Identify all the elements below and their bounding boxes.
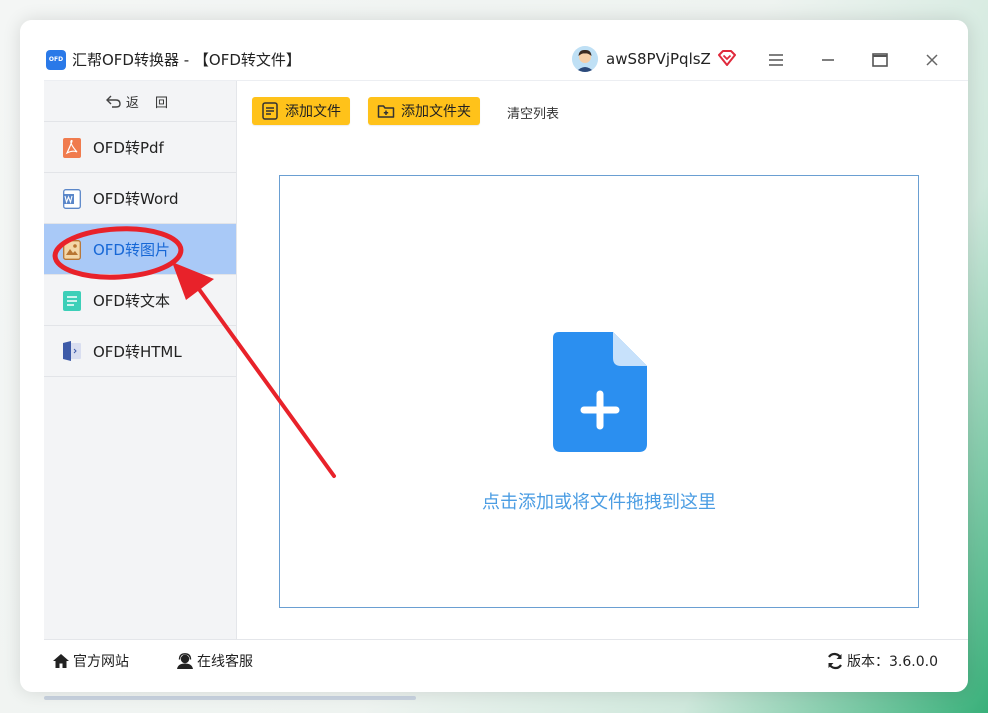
clear-list-button[interactable]: 清空列表 xyxy=(507,103,559,122)
file-drop-zone[interactable]: 点击添加或将文件拖拽到这里 xyxy=(279,175,919,608)
back-arrow-icon xyxy=(105,95,121,108)
sidebar-item-label: OFD转Pdf xyxy=(93,139,164,157)
close-icon[interactable] xyxy=(920,48,944,72)
app-window: OFD 汇帮OFD转换器 - 【OFD转文件】 awS8PVjPqlsZ 返 回… xyxy=(20,20,968,692)
online-support-label: 在线客服 xyxy=(197,654,253,670)
title-bar: OFD 汇帮OFD转换器 - 【OFD转文件】 awS8PVjPqlsZ xyxy=(20,20,968,80)
refresh-icon[interactable] xyxy=(826,652,844,670)
text-icon xyxy=(63,290,81,311)
vip-diamond-icon[interactable] xyxy=(718,50,736,66)
sidebar: 返 回 OFD转Pdf OFD转Word OFD转图片 OFD转文本 OFD转H… xyxy=(44,81,237,639)
app-logo-icon: OFD xyxy=(46,50,66,70)
sidebar-item-label: OFD转文本 xyxy=(93,292,170,310)
add-folder-icon xyxy=(377,105,395,118)
footer-bar: 官方网站 在线客服 版本：3.6.0.0 xyxy=(44,639,968,680)
drop-zone-hint: 点击添加或将文件拖拽到这里 xyxy=(482,492,716,513)
username[interactable]: awS8PVjPqlsZ xyxy=(606,50,711,68)
headset-icon xyxy=(177,653,193,669)
html-icon xyxy=(63,341,81,361)
maximize-icon[interactable] xyxy=(868,48,892,72)
user-avatar[interactable] xyxy=(572,46,598,72)
online-support-link[interactable]: 在线客服 xyxy=(176,651,253,671)
app-title: 汇帮OFD转换器 - 【OFD转文件】 xyxy=(72,51,301,69)
version-info: 版本：3.6.0.0 xyxy=(826,651,938,671)
add-folder-button[interactable]: 添加文件夹 xyxy=(368,97,480,125)
add-document-icon xyxy=(553,332,647,452)
pdf-icon xyxy=(63,137,81,158)
minimize-icon[interactable] xyxy=(816,48,840,72)
sidebar-item-label: OFD转HTML xyxy=(93,342,182,361)
add-file-button[interactable]: 添加文件 xyxy=(252,97,350,125)
sidebar-item-label: OFD转Word xyxy=(93,190,179,208)
home-icon xyxy=(53,654,69,668)
add-file-label: 添加文件 xyxy=(285,104,341,120)
add-folder-label: 添加文件夹 xyxy=(401,104,471,120)
sidebar-item-ofd-to-image[interactable]: OFD转图片 xyxy=(44,223,236,275)
official-website-link[interactable]: 官方网站 xyxy=(52,651,129,671)
menu-icon[interactable] xyxy=(764,48,788,72)
sidebar-item-ofd-to-text[interactable]: OFD转文本 xyxy=(44,274,236,326)
back-label: 返 回 xyxy=(125,95,175,111)
background-taskbar-strip xyxy=(44,696,416,700)
image-icon xyxy=(63,239,81,260)
version-label: 版本：3.6.0.0 xyxy=(847,654,938,670)
word-icon xyxy=(63,188,81,209)
sidebar-item-ofd-to-word[interactable]: OFD转Word xyxy=(44,172,236,224)
sidebar-item-label: OFD转图片 xyxy=(93,241,170,259)
add-file-icon xyxy=(262,102,278,120)
back-button[interactable]: 返 回 xyxy=(44,81,236,121)
sidebar-item-ofd-to-pdf[interactable]: OFD转Pdf xyxy=(44,121,236,173)
official-website-label: 官方网站 xyxy=(73,654,129,670)
sidebar-item-ofd-to-html[interactable]: OFD转HTML xyxy=(44,325,236,377)
